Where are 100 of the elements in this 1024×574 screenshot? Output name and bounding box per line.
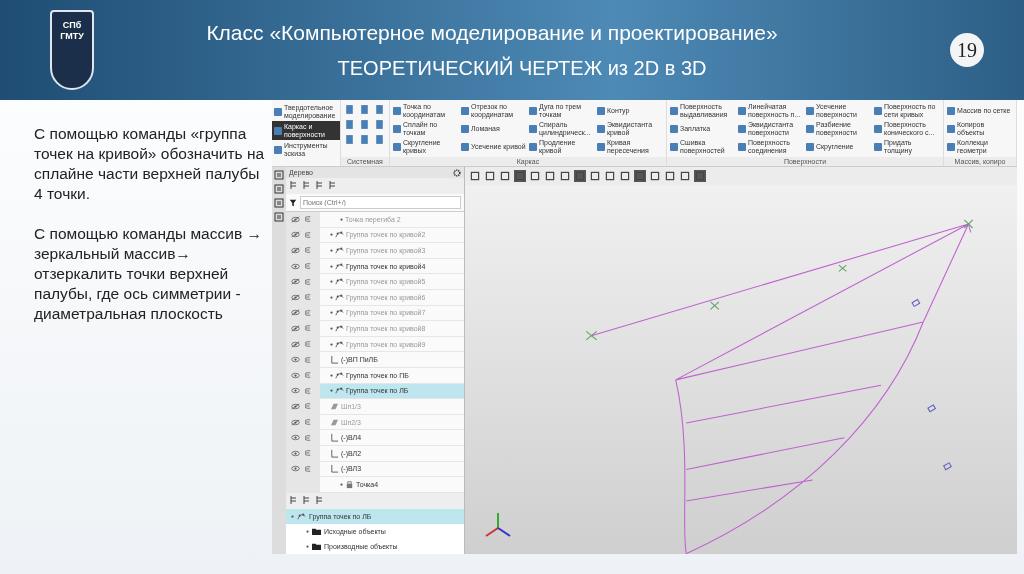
view-tool-icon[interactable] [559,170,571,182]
eye-icon[interactable] [291,465,300,473]
element-icon [305,418,311,426]
view-tool-icon[interactable] [529,170,541,182]
point-group-icon [335,308,344,318]
eye-icon[interactable] [291,434,300,442]
eye-icon[interactable] [291,356,300,364]
eye-icon[interactable] [291,402,300,410]
eye-icon[interactable] [291,371,300,379]
eye-icon[interactable] [291,324,300,332]
expand-icon[interactable] [330,264,333,268]
lock-icon [345,479,354,489]
eye-icon[interactable] [291,293,300,301]
eye-icon[interactable] [291,262,300,270]
view-tool-icon[interactable] [499,170,511,182]
page-number: 19 [950,33,984,67]
element-icon [305,433,311,442]
element-icon [305,277,311,286]
view-tool-icon[interactable] [679,170,691,182]
element-icon [305,340,311,349]
expand-icon[interactable] [340,217,343,221]
instruction-paragraph: С помощью команды «группа точек на кривой» обозначить на сплайне части верхней палубы 4 точки. [34,124,266,204]
element-icon [305,293,311,302]
element-icon [305,355,311,364]
view-tool-icon[interactable] [589,170,601,182]
point-group-icon [335,339,344,349]
point-group-icon [335,292,344,302]
view-tool-icon[interactable] [619,170,631,182]
document-icon[interactable] [374,134,385,145]
element-icon [305,402,311,411]
eye-icon[interactable] [291,215,300,223]
point-group-icon [335,323,344,333]
point-group-icon [335,386,344,396]
document-icon[interactable] [344,134,355,145]
expand-icon[interactable] [330,233,333,237]
panel-icon[interactable] [274,212,284,222]
tab-icon[interactable] [302,494,312,505]
document-icon[interactable] [359,119,370,130]
element-icon [305,371,311,380]
filter-icon[interactable] [289,198,297,207]
expand-icon[interactable] [340,482,343,486]
document-icon[interactable] [344,119,355,130]
panel-icon[interactable] [274,198,284,208]
expand-icon[interactable] [330,326,333,330]
expand-icon[interactable] [330,280,333,284]
tree-view-icon[interactable] [289,180,299,190]
expand-icon[interactable] [330,373,333,377]
logo-text: ГМТУ [60,31,84,42]
expand-icon[interactable] [306,544,309,548]
element-icon [305,308,311,317]
eye-icon[interactable] [291,449,300,457]
element-icon [305,215,311,224]
point-group-icon [335,370,344,380]
slide-title: Класс «Компьютерное моделирование и проектирование» [206,20,778,45]
eye-icon[interactable] [291,387,300,395]
panel-icon[interactable] [274,184,284,194]
tree-view-icon[interactable] [328,180,338,190]
view-tool-icon[interactable] [484,170,496,182]
slide-subtitle: ТЕОРЕТИЧЕСКИЙ ЧЕРТЕЖ из 2D в 3D [337,56,707,80]
tab-icon[interactable] [289,494,299,505]
view-tool-icon[interactable] [664,170,676,182]
element-icon [305,464,311,473]
point-group-icon [297,511,306,521]
document-icon[interactable] [359,104,370,115]
tab-icon[interactable] [315,494,325,505]
logo-text: СПб [62,20,82,31]
eye-icon[interactable] [291,309,300,317]
element-icon [305,246,311,255]
instruction-paragraph: С помощью команды массив → зеркальный массив→ отзеркалить точки верхней палубы, где ось симметрии - диаметральная плоскость [34,224,263,324]
settings-icon[interactable] [453,168,461,177]
view-tool-icon[interactable] [544,170,556,182]
document-icon[interactable] [344,104,355,115]
panel-icon[interactable] [274,170,284,180]
expand-icon[interactable] [306,529,309,533]
expand-icon[interactable] [330,342,333,346]
sketch-icon [330,355,339,365]
eye-icon[interactable] [291,340,300,348]
document-icon[interactable] [374,104,385,115]
expand-icon[interactable] [330,295,333,299]
point-group-icon [335,277,344,287]
eye-icon[interactable] [291,247,300,254]
eye-icon[interactable] [291,231,300,239]
eye-icon[interactable] [291,418,300,426]
document-icon[interactable] [359,134,370,145]
eye-icon[interactable] [291,278,300,286]
expand-icon[interactable] [330,249,333,252]
element-icon [305,230,311,239]
view-tool-icon[interactable] [469,170,481,182]
expand-icon[interactable] [330,389,333,393]
element-icon [305,386,311,395]
tree-view-icon[interactable] [302,180,312,190]
point-group-icon [335,246,344,255]
element-icon [305,262,311,271]
expand-icon[interactable] [291,514,294,518]
point-group-icon [335,261,344,271]
tree-view-icon[interactable] [315,180,325,190]
document-icon[interactable] [374,119,385,130]
view-tool-icon[interactable] [649,170,661,182]
expand-icon[interactable] [330,311,333,315]
view-tool-icon[interactable] [604,170,616,182]
